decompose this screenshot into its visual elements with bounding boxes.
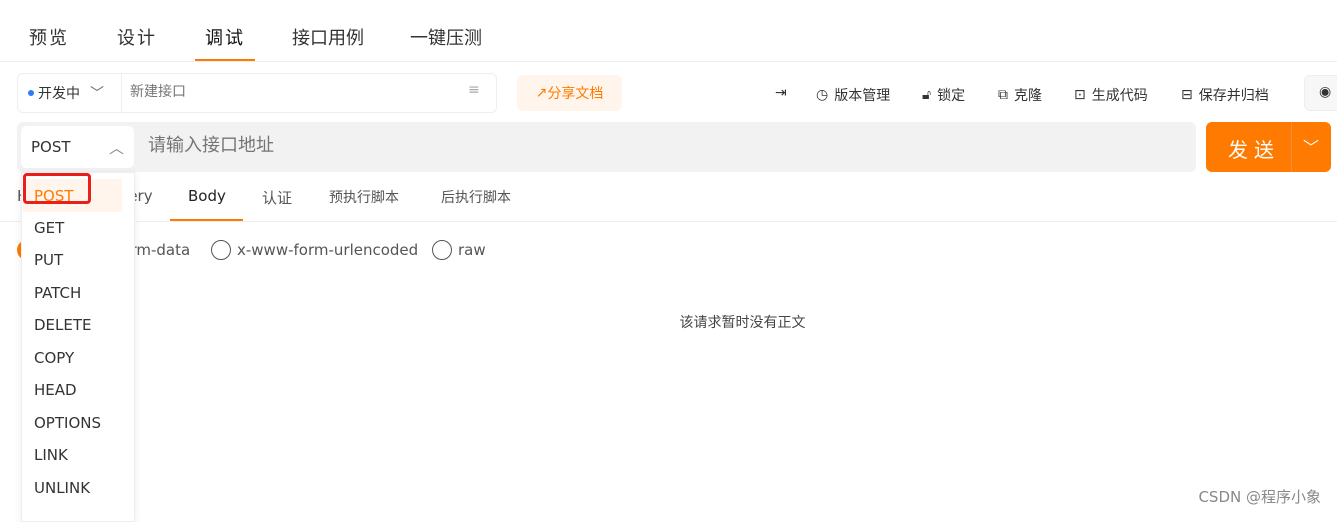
status-value: 开发中 xyxy=(38,86,80,102)
api-name-group: 开发中 ﹀ ≡ xyxy=(17,73,497,113)
status-dot xyxy=(28,90,34,96)
method-option-get[interactable]: GET xyxy=(34,219,64,237)
gen-code-label: 生成代码 xyxy=(1091,88,1148,104)
divider xyxy=(1291,122,1292,172)
annotation-box xyxy=(23,173,91,204)
send-button[interactable]: 发送 xyxy=(1228,134,1280,163)
tab-load-test[interactable]: 一键压测 xyxy=(410,24,482,50)
save-archive-label: 保存并归档 xyxy=(1198,88,1269,104)
divider xyxy=(0,221,1337,222)
divider xyxy=(0,61,1337,62)
preview-button[interactable]: ◉ xyxy=(1304,75,1337,111)
clone-label: 克隆 xyxy=(1014,88,1042,104)
method-select[interactable]: POST ︿ xyxy=(21,126,134,168)
copy-icon: ⧉ xyxy=(998,87,1008,103)
lock-label: 锁定 xyxy=(937,88,966,104)
chevron-up-icon: ︿ xyxy=(109,138,125,157)
status-select[interactable]: 开发中 ﹀ xyxy=(18,74,122,112)
share-icon: ↗ xyxy=(535,85,548,101)
tab-debug[interactable]: 调试 xyxy=(205,24,245,50)
radio-label: raw xyxy=(458,241,486,259)
method-option-put[interactable]: PUT xyxy=(34,251,63,269)
api-name-input[interactable] xyxy=(130,83,460,99)
send-button-group: 发送 ﹀ xyxy=(1206,122,1331,172)
version-label: 版本管理 xyxy=(834,88,891,104)
edit-description-icon[interactable]: ≡ xyxy=(468,82,480,98)
outline-toggle-icon[interactable]: ⇥ xyxy=(775,85,787,101)
method-value: POST xyxy=(31,138,71,156)
radio-urlencoded[interactable]: x-www-form-urlencoded xyxy=(211,240,418,260)
eye-icon: ◉ xyxy=(1319,84,1332,100)
tab-auth[interactable]: 认证 xyxy=(262,187,292,208)
save-archive-button[interactable]: ⊟ 保存并归档 xyxy=(1181,85,1269,105)
lock-button[interactable]: 🔓︎ 锁定 xyxy=(922,85,965,105)
method-option-delete[interactable]: DELETE xyxy=(34,316,92,334)
generate-code-button[interactable]: ⊡ 生成代码 xyxy=(1074,85,1148,105)
tab-pre-script[interactable]: 预执行脚本 xyxy=(329,187,399,207)
version-button[interactable]: ◷ 版本管理 xyxy=(816,85,890,105)
method-option-options[interactable]: OPTIONS xyxy=(34,414,101,432)
radio-raw[interactable]: raw xyxy=(432,240,486,260)
tab-post-script[interactable]: 后执行脚本 xyxy=(441,187,511,207)
send-options-chevron-icon[interactable]: ﹀ xyxy=(1303,134,1319,158)
chevron-down-icon: ﹀ xyxy=(90,86,104,102)
method-option-head[interactable]: HEAD xyxy=(34,381,77,399)
share-doc-button[interactable]: ↗ 分享文档 xyxy=(517,75,622,111)
tab-design[interactable]: 设计 xyxy=(117,24,157,50)
share-label: 分享文档 xyxy=(547,86,604,102)
tab-test-cases[interactable]: 接口用例 xyxy=(292,24,364,50)
watermark: CSDN @程序小象 xyxy=(1198,488,1321,506)
url-input[interactable] xyxy=(148,135,1178,156)
tab-preview[interactable]: 预览 xyxy=(29,24,69,50)
method-option-copy[interactable]: COPY xyxy=(34,349,74,367)
method-option-link[interactable]: LINK xyxy=(34,446,68,464)
clone-button[interactable]: ⧉ 克隆 xyxy=(998,85,1042,105)
code-icon: ⊡ xyxy=(1074,87,1086,103)
method-dropdown: POST GET PUT PATCH DELETE COPY HEAD OPTI… xyxy=(21,172,135,522)
lock-icon: 🔓︎ xyxy=(922,87,932,103)
method-option-unlink[interactable]: UNLINK xyxy=(34,479,90,497)
save-icon: ⊟ xyxy=(1181,87,1193,103)
method-option-patch[interactable]: PATCH xyxy=(34,284,81,302)
clock-icon: ◷ xyxy=(816,87,829,103)
radio-label: x-www-form-urlencoded xyxy=(237,241,419,259)
tab-body[interactable]: Body xyxy=(188,187,226,205)
empty-body-message: 该请求暂时没有正文 xyxy=(679,315,806,331)
